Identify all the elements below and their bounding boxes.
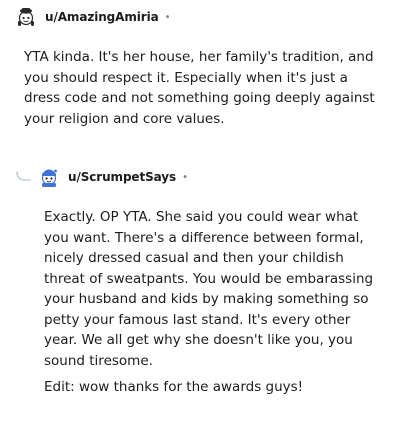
comment-header: u/AmazingAmiria • [0, 0, 400, 34]
comment-scrumpetsays: u/ScrumpetSays • Exactly. OP YTA. She sa… [0, 160, 400, 395]
username-link[interactable]: u/ScrumpetSays [68, 170, 176, 184]
comment-body: YTA kinda. It's her house, her family's … [24, 49, 375, 127]
comment-header: u/ScrumpetSays • [0, 160, 400, 194]
meta-separator: • [164, 11, 171, 23]
snoo-avatar-icon[interactable] [15, 6, 37, 28]
comment-edit-note: Edit: wow thanks for the awards guys! [44, 379, 304, 395]
reply-thread-icon [16, 170, 32, 184]
comment-body: Exactly. OP YTA. She said you could wear… [44, 209, 374, 369]
username-link[interactable]: u/AmazingAmiria [45, 10, 159, 24]
snoo-avatar-icon[interactable] [38, 166, 60, 188]
comment-amazingamiria: u/AmazingAmiria • YTA kinda. It's her ho… [0, 0, 400, 127]
meta-separator: • [182, 171, 188, 183]
